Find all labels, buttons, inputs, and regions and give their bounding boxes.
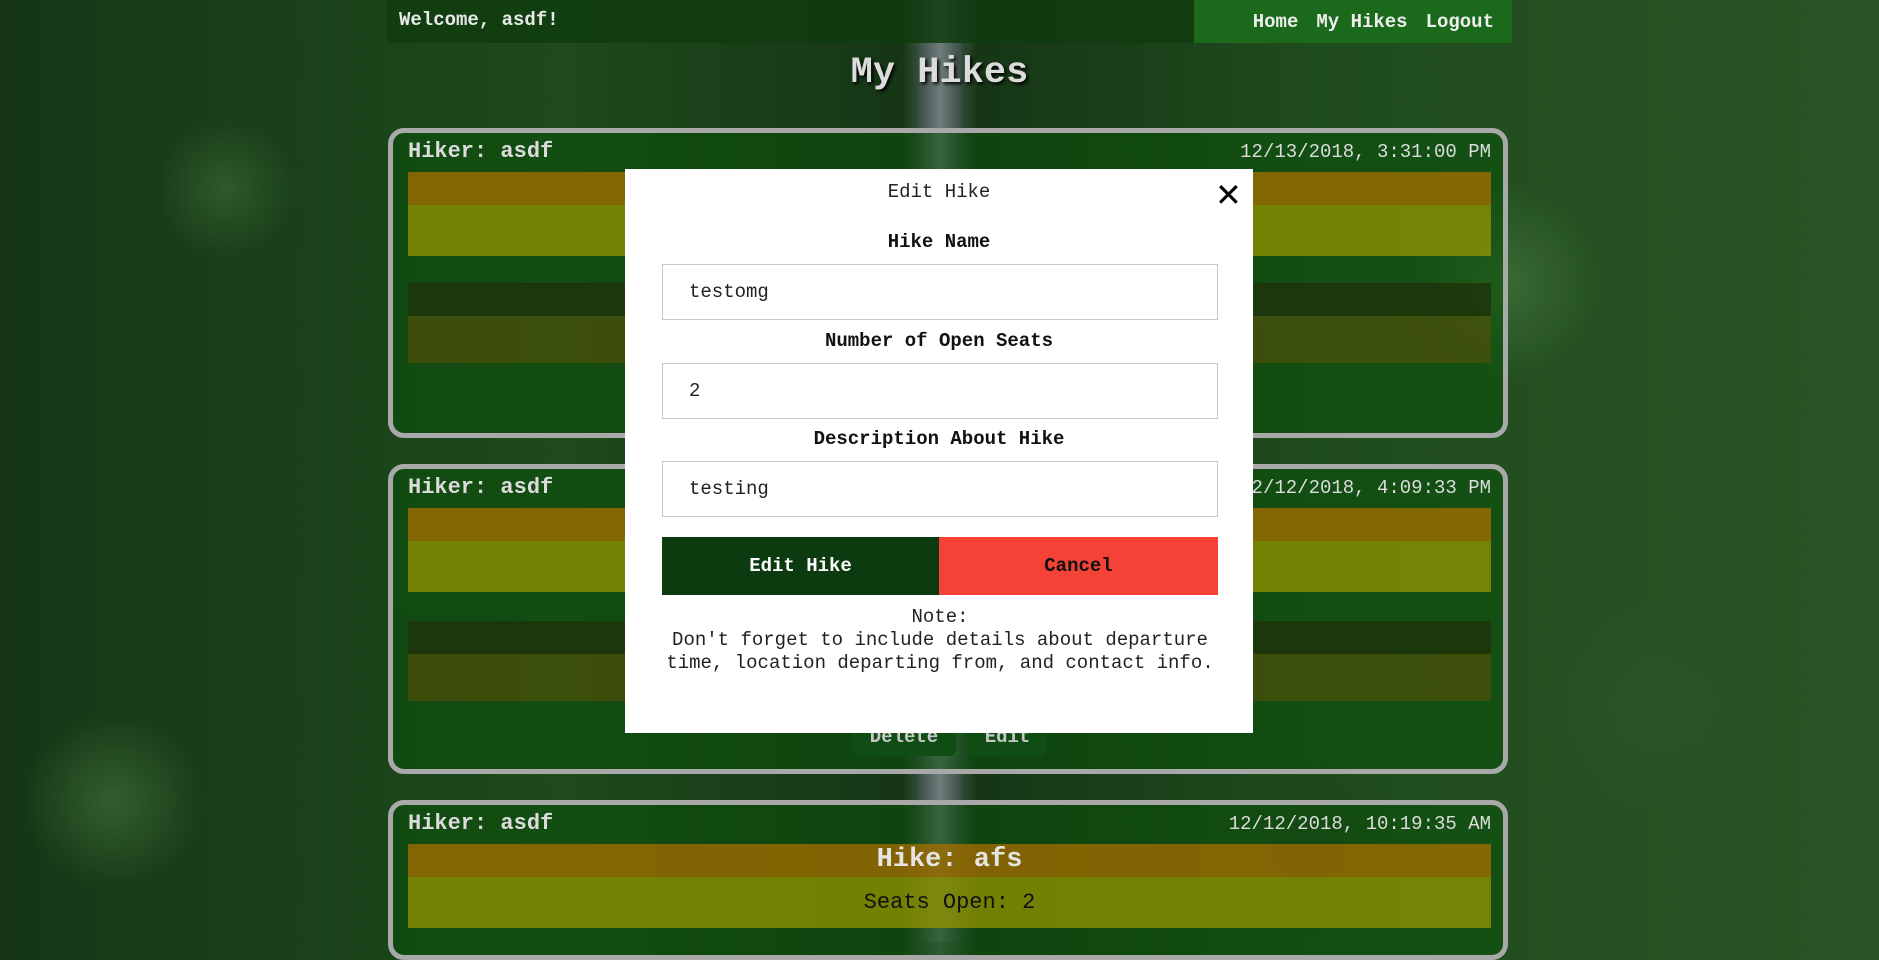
- description-label: Description About Hike: [813, 428, 1065, 450]
- edit-hike-submit-button[interactable]: Edit Hike: [662, 537, 939, 595]
- note-body: Don't forget to include details about de…: [666, 629, 1214, 674]
- hike-card: Hiker: asdf 12/12/2018, 10:19:35 AM Hike…: [388, 800, 1508, 960]
- edit-hike-modal: Edit Hike ✕ Hike Name Number of Open Sea…: [625, 169, 1253, 733]
- nav-home[interactable]: Home: [1253, 11, 1299, 33]
- hike-date: 12/12/2018, 10:19:35 AM: [1228, 813, 1491, 835]
- hiker-name: Hiker: asdf: [408, 139, 554, 164]
- nav-my-hikes[interactable]: My Hikes: [1316, 11, 1407, 33]
- nav-logout[interactable]: Logout: [1426, 11, 1494, 33]
- hike-date: 12/12/2018, 4:09:33 PM: [1240, 477, 1491, 499]
- seats-open: Seats Open: 2: [408, 877, 1491, 928]
- hiker-name: Hiker: asdf: [408, 475, 554, 500]
- nav-bar: Home My Hikes Logout: [1194, 0, 1512, 43]
- seats-input[interactable]: [662, 363, 1218, 419]
- close-icon[interactable]: ✕: [1215, 179, 1242, 211]
- welcome-text: Welcome, asdf!: [399, 9, 559, 31]
- hiker-name: Hiker: asdf: [408, 811, 554, 836]
- page-title: My Hikes: [850, 52, 1029, 94]
- seats-label: Number of Open Seats: [824, 330, 1054, 352]
- hike-date: 12/13/2018, 3:31:00 PM: [1240, 141, 1491, 163]
- hike-name: Hike: afs: [408, 844, 1491, 877]
- cancel-button[interactable]: Cancel: [939, 537, 1218, 595]
- description-input[interactable]: [662, 461, 1218, 517]
- modal-title: Edit Hike: [887, 181, 991, 203]
- hike-name-input[interactable]: [662, 264, 1218, 320]
- note: Note: Don't forget to include details ab…: [662, 606, 1218, 675]
- hike-name-label: Hike Name: [887, 231, 991, 253]
- note-title: Note:: [911, 606, 969, 628]
